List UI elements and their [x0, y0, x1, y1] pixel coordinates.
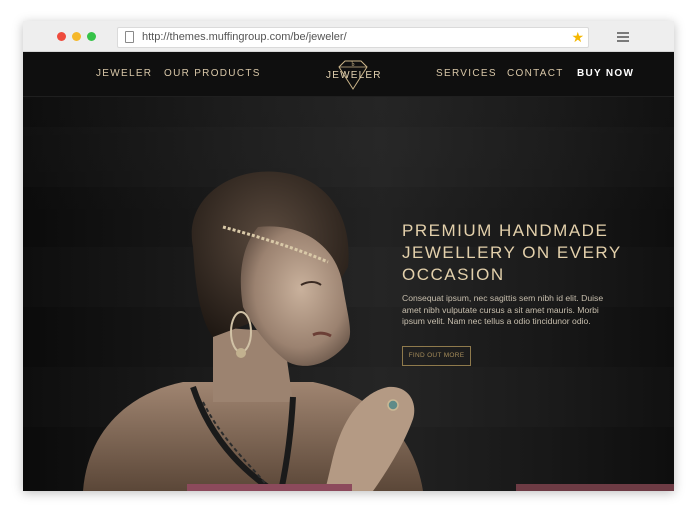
hero-section: PREMIUM HANDMADE JEWELLERY ON EVERY OCCA… — [23, 97, 674, 491]
minimize-window-dot[interactable] — [72, 32, 81, 41]
browser-chrome: http://themes.muffingroup.com/be/jeweler… — [23, 21, 674, 52]
address-bar[interactable]: http://themes.muffingroup.com/be/jeweler… — [117, 27, 589, 48]
url-text[interactable]: http://themes.muffingroup.com/be/jeweler… — [142, 31, 347, 43]
copy-line: Consequat ipsum, nec sagittis sem nibh i… — [402, 293, 604, 303]
logo-text: JEWELER — [326, 70, 382, 81]
menu-icon[interactable] — [617, 32, 629, 42]
site-logo[interactable]: b JEWELER — [326, 58, 380, 90]
copy-line: ipsum velit. Nam nec tellus a odio tinci… — [402, 316, 591, 326]
close-window-dot[interactable] — [57, 32, 66, 41]
headline-line: PREMIUM HANDMADE — [402, 221, 609, 240]
copy-line: amet nibh vulputate cursus a sit amet ma… — [402, 304, 599, 315]
bottom-strip-dark — [516, 484, 674, 491]
top-navigation: JEWELER OUR PRODUCTS b JEWELER SERVICES … — [23, 52, 674, 97]
hero-copy: Consequat ipsum, nec sagittis sem nibh i… — [402, 293, 632, 328]
nav-jeweler[interactable]: JEWELER — [96, 68, 152, 79]
headline-line: OCCASION — [402, 265, 505, 284]
headline-line: JEWELLERY ON EVERY — [402, 243, 622, 262]
nav-buy-now[interactable]: BUY NOW — [577, 68, 634, 79]
bottom-strip-pink — [187, 484, 352, 491]
nav-our-products[interactable]: OUR PRODUCTS — [164, 68, 261, 79]
hero-headline: PREMIUM HANDMADE JEWELLERY ON EVERY OCCA… — [402, 220, 652, 286]
nav-services[interactable]: SERVICES — [436, 68, 497, 79]
browser-window: http://themes.muffingroup.com/be/jeweler… — [23, 21, 674, 491]
nav-contact[interactable]: CONTACT — [507, 68, 564, 79]
star-icon[interactable]: ★ — [571, 28, 584, 47]
find-out-more-button[interactable]: FIND OUT MORE — [402, 346, 471, 366]
model-photo — [83, 171, 423, 491]
website: JEWELER OUR PRODUCTS b JEWELER SERVICES … — [23, 52, 674, 491]
page-icon — [125, 31, 134, 43]
maximize-window-dot[interactable] — [87, 32, 96, 41]
svg-text:b: b — [352, 62, 355, 68]
